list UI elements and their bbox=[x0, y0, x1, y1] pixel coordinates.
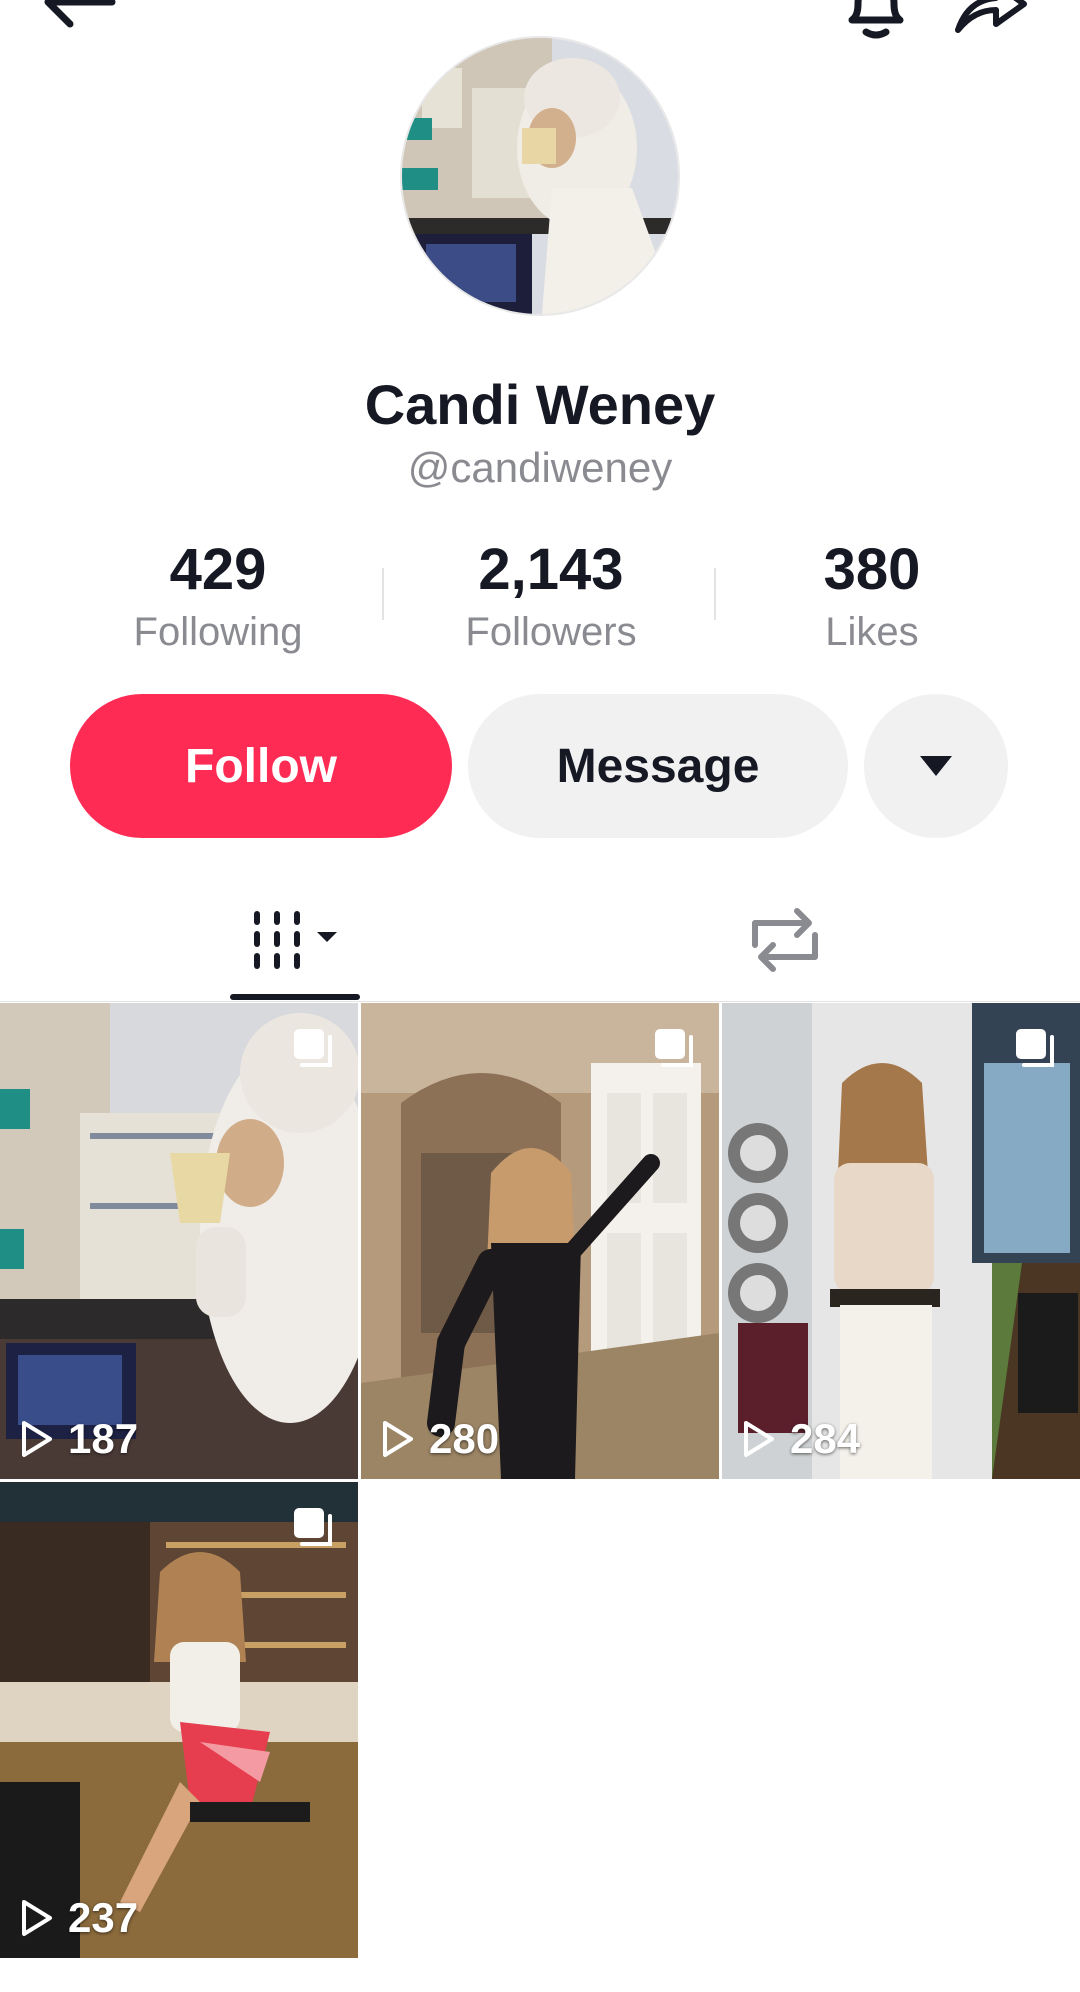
message-button[interactable]: Message bbox=[468, 694, 848, 838]
view-count-value: 187 bbox=[68, 1415, 139, 1462]
play-icon bbox=[383, 1421, 413, 1457]
video-tile[interactable]: 237 bbox=[0, 1482, 358, 1958]
stat-divider bbox=[714, 568, 716, 620]
profile-handle: @candiweney bbox=[407, 444, 673, 491]
notification-bell-button[interactable] bbox=[836, 0, 916, 42]
share-arrow-icon bbox=[955, 0, 1027, 33]
likes-label: Likes bbox=[825, 610, 919, 654]
stat-likes[interactable]: 380 Likes bbox=[722, 536, 1022, 660]
play-icon bbox=[22, 1421, 52, 1457]
video-thumbnail bbox=[722, 1003, 1080, 1479]
followers-count: 2,143 bbox=[478, 537, 624, 602]
suggested-accounts-button[interactable] bbox=[864, 694, 1008, 838]
repost-icon bbox=[752, 908, 818, 972]
view-count-value: 284 bbox=[790, 1415, 861, 1462]
multi-photo-icon bbox=[1016, 1029, 1054, 1067]
tab-videos[interactable] bbox=[230, 880, 360, 1000]
avatar-photo bbox=[402, 38, 678, 314]
view-count: 237 bbox=[20, 1894, 138, 1942]
following-label: Following bbox=[133, 610, 303, 654]
view-count-value: 280 bbox=[429, 1415, 500, 1462]
multi-photo-icon bbox=[294, 1029, 332, 1067]
profile-stats: 429 Following 2,143 Followers 380 Likes bbox=[0, 536, 1080, 656]
follow-button[interactable]: Follow bbox=[70, 694, 452, 838]
tab-reposts[interactable] bbox=[720, 880, 850, 1000]
view-count: 187 bbox=[20, 1415, 138, 1463]
stat-following[interactable]: 429 Following bbox=[68, 536, 368, 660]
profile-name: Candi Weney bbox=[364, 373, 716, 436]
video-tile[interactable]: 187 bbox=[0, 1003, 358, 1479]
video-thumbnail bbox=[0, 1482, 358, 1958]
view-count: 280 bbox=[381, 1415, 499, 1463]
multi-photo-icon bbox=[294, 1508, 332, 1546]
play-icon bbox=[22, 1900, 52, 1936]
tabs-divider bbox=[0, 1001, 1080, 1002]
stat-followers[interactable]: 2,143 Followers bbox=[401, 536, 701, 660]
following-count: 429 bbox=[169, 537, 267, 602]
stat-divider bbox=[382, 568, 384, 620]
bell-icon bbox=[848, 0, 904, 39]
back-arrow-icon bbox=[44, 0, 116, 28]
followers-label: Followers bbox=[465, 610, 637, 654]
active-tab-indicator bbox=[230, 994, 360, 1000]
view-count-value: 237 bbox=[68, 1894, 139, 1941]
video-thumbnail bbox=[0, 1003, 358, 1479]
videos-grid-icon bbox=[254, 911, 337, 969]
caret-down-icon bbox=[920, 756, 952, 776]
back-button[interactable] bbox=[40, 0, 120, 38]
share-button[interactable] bbox=[950, 0, 1030, 40]
video-thumbnail bbox=[361, 1003, 719, 1479]
play-icon bbox=[744, 1421, 774, 1457]
likes-count: 380 bbox=[823, 537, 921, 602]
video-tile[interactable]: 284 bbox=[722, 1003, 1080, 1479]
view-count: 284 bbox=[742, 1415, 860, 1463]
content-tabs bbox=[0, 880, 1080, 1000]
video-tile[interactable]: 280 bbox=[361, 1003, 719, 1479]
multi-photo-icon bbox=[655, 1029, 693, 1067]
profile-avatar[interactable] bbox=[400, 36, 680, 316]
